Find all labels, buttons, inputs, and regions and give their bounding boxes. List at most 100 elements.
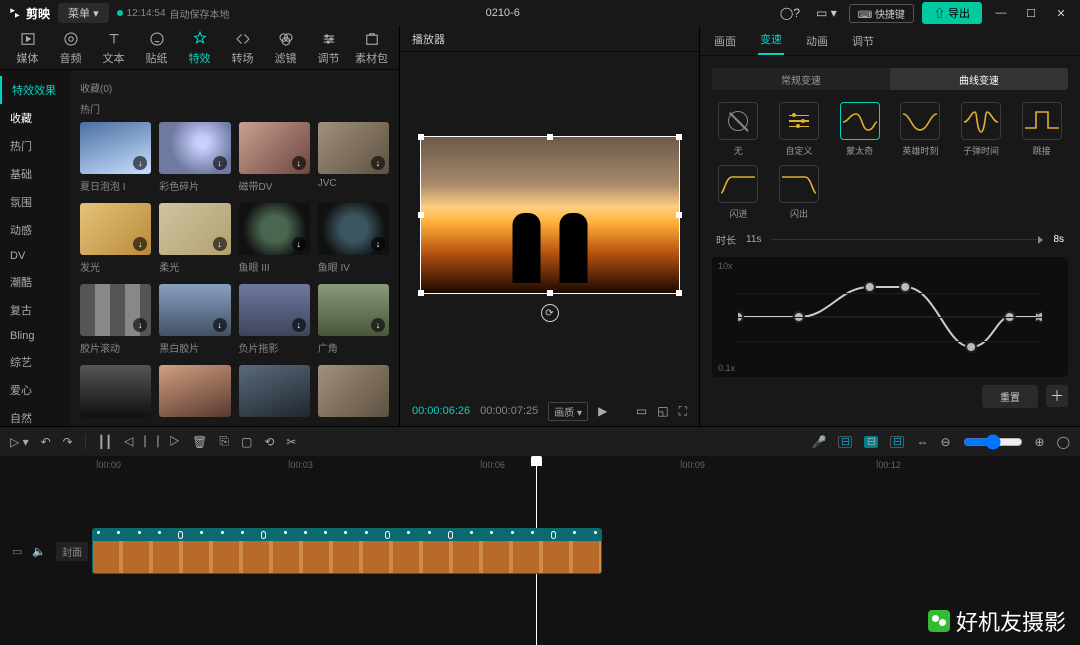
window-close[interactable]: ✕ [1050, 7, 1072, 20]
resize-handle[interactable] [676, 212, 682, 218]
tab-adjust2[interactable]: 调节 [850, 27, 876, 55]
snap-preview[interactable]: ⊟ [890, 436, 904, 448]
seg-normal[interactable]: 常规变速 [712, 68, 890, 90]
resize-handle[interactable] [676, 134, 682, 140]
download-icon[interactable]: ↓ [292, 156, 306, 170]
curve-knob[interactable] [966, 342, 976, 352]
delete-icon[interactable]: 🗑 [192, 435, 207, 449]
export-button[interactable]: ⇧ 导出 [922, 2, 982, 24]
resize-handle[interactable] [418, 290, 424, 296]
effect-card[interactable] [318, 365, 389, 421]
resize-handle[interactable] [676, 290, 682, 296]
fit-icon[interactable]: ◯ [1057, 435, 1070, 449]
preview-canvas[interactable] [420, 136, 680, 294]
tab-anim[interactable]: 动画 [804, 27, 830, 55]
delete-left-icon[interactable]: ◁⎹ [124, 434, 145, 449]
layout-icon[interactable]: ▭ ▾ [812, 6, 841, 20]
effect-card[interactable] [80, 365, 151, 421]
undo-icon[interactable]: ↶ [41, 435, 51, 449]
effect-card[interactable]: ↓广角 [318, 284, 389, 355]
cat-favorites[interactable]: 收藏 [0, 104, 70, 132]
cat-dynamic[interactable]: 动感 [0, 216, 70, 244]
cat-retro[interactable]: 复古 [0, 296, 70, 324]
effect-card[interactable]: ↓负片拖影 [239, 284, 310, 355]
add-keyframe-button[interactable]: ＋ [1046, 385, 1068, 407]
resize-handle[interactable] [418, 134, 424, 140]
download-icon[interactable]: ↓ [371, 237, 385, 251]
mute-icon[interactable]: 🔈 [32, 545, 46, 558]
download-icon[interactable]: ↓ [213, 156, 227, 170]
tab-assets[interactable]: 素材包 [350, 30, 393, 66]
effect-card[interactable]: ↓彩色碎片 [159, 122, 230, 193]
timeline[interactable]: | 00:00 | 00:03 | 00:06 | 00:09 | 00:12 … [0, 456, 1080, 645]
cat-hot[interactable]: 热门 [0, 132, 70, 160]
seg-curve[interactable]: 曲线变速 [890, 68, 1068, 90]
preset-hero[interactable] [900, 102, 940, 140]
resize-handle[interactable] [547, 290, 553, 296]
cat-bling[interactable]: Bling [0, 324, 70, 348]
tab-sticker[interactable]: 贴纸 [135, 30, 178, 66]
download-icon[interactable]: ↓ [213, 237, 227, 251]
cover-button[interactable]: 封面 [56, 542, 88, 561]
tab-audio[interactable]: 音频 [49, 30, 92, 66]
effect-card[interactable]: ↓鱼眼 IV [318, 203, 389, 274]
track-toggle-icon[interactable]: ▭ [12, 545, 22, 558]
effect-card[interactable] [159, 365, 230, 421]
preset-flashout[interactable] [779, 165, 819, 203]
tab-media[interactable]: 媒体 [6, 30, 49, 66]
reset-button[interactable]: 重置 [982, 385, 1038, 408]
rotate-tool-icon[interactable]: ⟲ [264, 435, 274, 449]
video-clip[interactable] [92, 528, 602, 574]
cat-trendy[interactable]: 潮酷 [0, 268, 70, 296]
scale-icon[interactable]: ◱ [657, 404, 668, 418]
download-icon[interactable]: ↓ [133, 237, 147, 251]
preset-flashin[interactable] [718, 165, 758, 203]
effect-card[interactable] [239, 365, 310, 421]
window-maximize[interactable]: ☐ [1020, 7, 1042, 20]
rotate-icon[interactable]: ⟳ [541, 304, 559, 322]
tab-picture[interactable]: 画面 [712, 27, 738, 55]
help-icon[interactable]: ◯? [776, 6, 804, 20]
align-icon[interactable]: ⇔ [916, 435, 928, 449]
crop-icon[interactable]: ✂ [286, 435, 296, 449]
download-icon[interactable]: ↓ [133, 156, 147, 170]
curve-knob[interactable] [865, 282, 875, 292]
mic-icon[interactable]: 🎤 [811, 435, 826, 449]
select-tool[interactable]: ▷ ▾ [10, 435, 29, 449]
zoom-in-icon[interactable]: ⊕ [1035, 435, 1045, 449]
delete-right-icon[interactable]: ⎸▷ [157, 434, 180, 449]
resize-handle[interactable] [418, 212, 424, 218]
freeze-icon[interactable]: ⎘ [219, 434, 229, 449]
download-icon[interactable]: ↓ [213, 318, 227, 332]
redo-icon[interactable]: ↷ [63, 435, 73, 449]
download-icon[interactable]: ↓ [133, 318, 147, 332]
effect-card[interactable]: ↓柔光 [159, 203, 230, 274]
preset-jump[interactable] [1022, 102, 1062, 140]
curve-knob[interactable] [900, 282, 910, 292]
cat-mood[interactable]: 氛围 [0, 188, 70, 216]
preset-bullet[interactable] [961, 102, 1001, 140]
mirror-icon[interactable]: ▢ [241, 435, 252, 449]
window-minimize[interactable]: — [990, 7, 1012, 19]
tab-filter[interactable]: 滤镜 [264, 30, 307, 66]
play-icon[interactable]: ▶ [598, 404, 607, 418]
effect-card[interactable]: ↓鱼眼 III [239, 203, 310, 274]
tab-speed[interactable]: 变速 [758, 25, 784, 55]
shortcuts-button[interactable]: ⌨ 快捷键 [849, 4, 914, 23]
cat-variety[interactable]: 综艺 [0, 348, 70, 376]
download-icon[interactable]: ↓ [371, 156, 385, 170]
menu-button[interactable]: 菜单 ▾ [58, 3, 109, 23]
cat-nature[interactable]: 自然 [0, 404, 70, 426]
snap-enabled[interactable]: ⊟ [864, 436, 878, 448]
zoom-out-icon[interactable]: ⊖ [940, 435, 950, 449]
tab-transition[interactable]: 转场 [221, 30, 264, 66]
tab-adjust[interactable]: 调节 [307, 30, 350, 66]
effect-card[interactable]: ↓磁带DV [239, 122, 310, 193]
snap-main-track[interactable]: ⊟ [838, 436, 852, 448]
effect-card[interactable]: ↓发光 [80, 203, 151, 274]
preset-none[interactable] [718, 102, 758, 140]
quality-button[interactable]: 画质 ▾ [548, 402, 588, 421]
preset-montage[interactable] [840, 102, 880, 140]
resize-handle[interactable] [547, 134, 553, 140]
effect-card[interactable]: ↓黑白胶片 [159, 284, 230, 355]
